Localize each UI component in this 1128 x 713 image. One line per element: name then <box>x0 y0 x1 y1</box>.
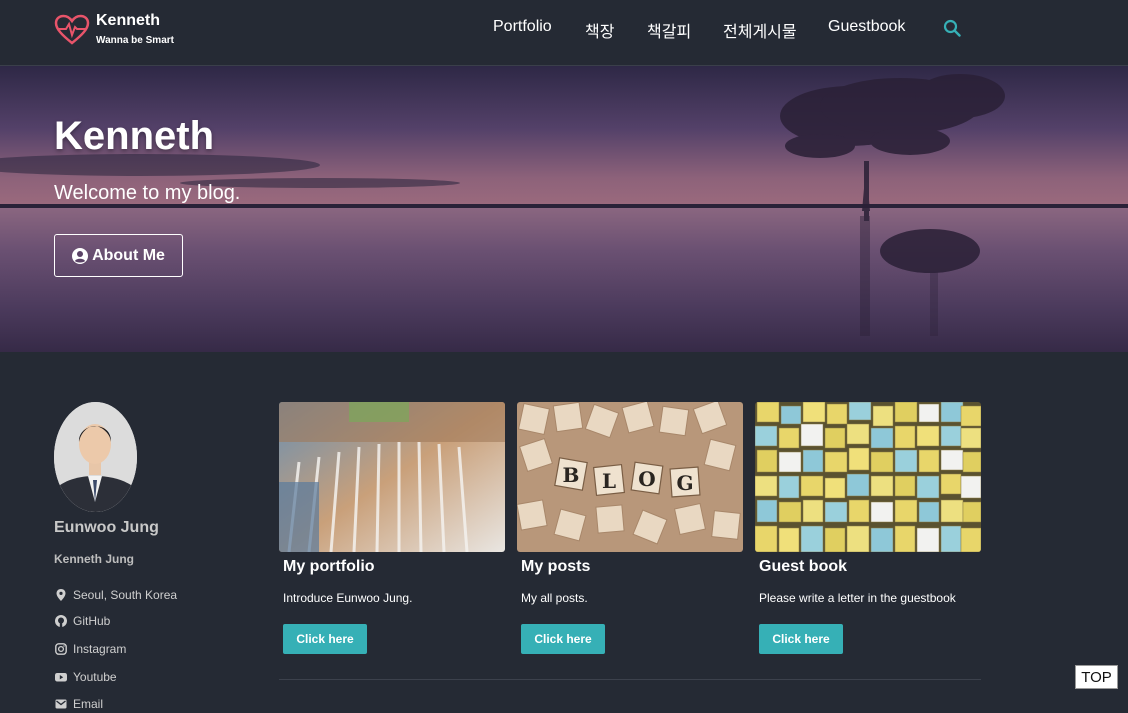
portfolio-click-button[interactable]: Click here <box>283 624 367 654</box>
brand[interactable]: Kenneth Wanna be Smart <box>54 12 174 48</box>
tile-letter: B <box>563 463 580 487</box>
brand-subtitle: Wanna be Smart <box>96 35 174 46</box>
posts-card-image[interactable]: B L O G <box>517 402 743 552</box>
nav-item-portfolio[interactable]: Portfolio <box>493 18 552 36</box>
nav-item-bookmark[interactable]: 책갈피 <box>647 18 691 42</box>
scroll-top-button[interactable]: TOP <box>1075 665 1118 689</box>
portfolio-card-title: My portfolio <box>283 558 375 575</box>
avatar <box>54 402 137 512</box>
posts-card-description: My all posts. <box>521 591 588 605</box>
guestbook-card-title: Guest book <box>759 558 848 575</box>
location-row: Seoul, South Korea <box>55 588 177 602</box>
posts-click-button[interactable]: Click here <box>521 624 605 654</box>
portfolio-card-image[interactable] <box>279 402 505 552</box>
posts-card-title: My posts <box>521 558 591 575</box>
hero-banner: Kenneth Welcome to my blog. About Me <box>0 66 1128 352</box>
guestbook-card: Guest book Please write a letter in the … <box>755 402 981 654</box>
email-link[interactable]: Email <box>55 697 103 711</box>
tree-silhouette <box>780 74 1005 336</box>
youtube-label: Youtube <box>73 670 117 684</box>
heart-pulse-icon <box>54 14 90 45</box>
profile-name: Eunwoo Jung <box>54 519 159 536</box>
github-link[interactable]: GitHub <box>55 614 110 628</box>
instagram-icon <box>55 643 67 655</box>
brand-title: Kenneth <box>96 12 160 29</box>
hero-subtitle: Welcome to my blog. <box>54 182 241 204</box>
tile-letter: L <box>602 469 616 493</box>
youtube-link[interactable]: Youtube <box>55 670 117 684</box>
envelope-icon <box>55 699 67 709</box>
github-label: GitHub <box>73 614 111 628</box>
guestbook-card-image[interactable] <box>755 402 981 552</box>
nav-item-all-posts[interactable]: 전체게시물 <box>723 18 797 42</box>
about-me-button[interactable]: About Me <box>54 234 183 277</box>
map-marker-icon <box>56 589 66 601</box>
nav-item-bookshelf[interactable]: 책장 <box>585 18 614 42</box>
search-icon[interactable] <box>943 19 961 37</box>
tile-letter: O <box>638 467 655 491</box>
guestbook-click-button[interactable]: Click here <box>759 624 843 654</box>
instagram-label: Instagram <box>73 642 127 656</box>
tile-letter: G <box>676 471 693 495</box>
nav-item-guestbook[interactable]: Guestbook <box>828 18 905 36</box>
youtube-icon <box>55 673 67 682</box>
instagram-link[interactable]: Instagram <box>55 642 126 656</box>
user-circle-icon <box>72 247 89 264</box>
email-label: Email <box>73 697 104 711</box>
guestbook-card-description: Please write a letter in the guestbook <box>759 591 956 605</box>
posts-card: B L O G My posts My all posts. Click her… <box>517 402 743 654</box>
divider <box>279 679 981 680</box>
portfolio-card: My portfolio Introduce Eunwoo Jung. Clic… <box>279 402 505 654</box>
about-me-label: About Me <box>92 246 165 264</box>
navbar: Kenneth Wanna be Smart Portfolio 책장 책갈피 … <box>0 0 1128 66</box>
github-icon <box>55 615 67 627</box>
portfolio-card-description: Introduce Eunwoo Jung. <box>283 591 413 605</box>
location-label: Seoul, South Korea <box>73 588 178 602</box>
profile-handle: Kenneth Jung <box>54 552 134 566</box>
hero-title: Kenneth <box>54 114 214 158</box>
